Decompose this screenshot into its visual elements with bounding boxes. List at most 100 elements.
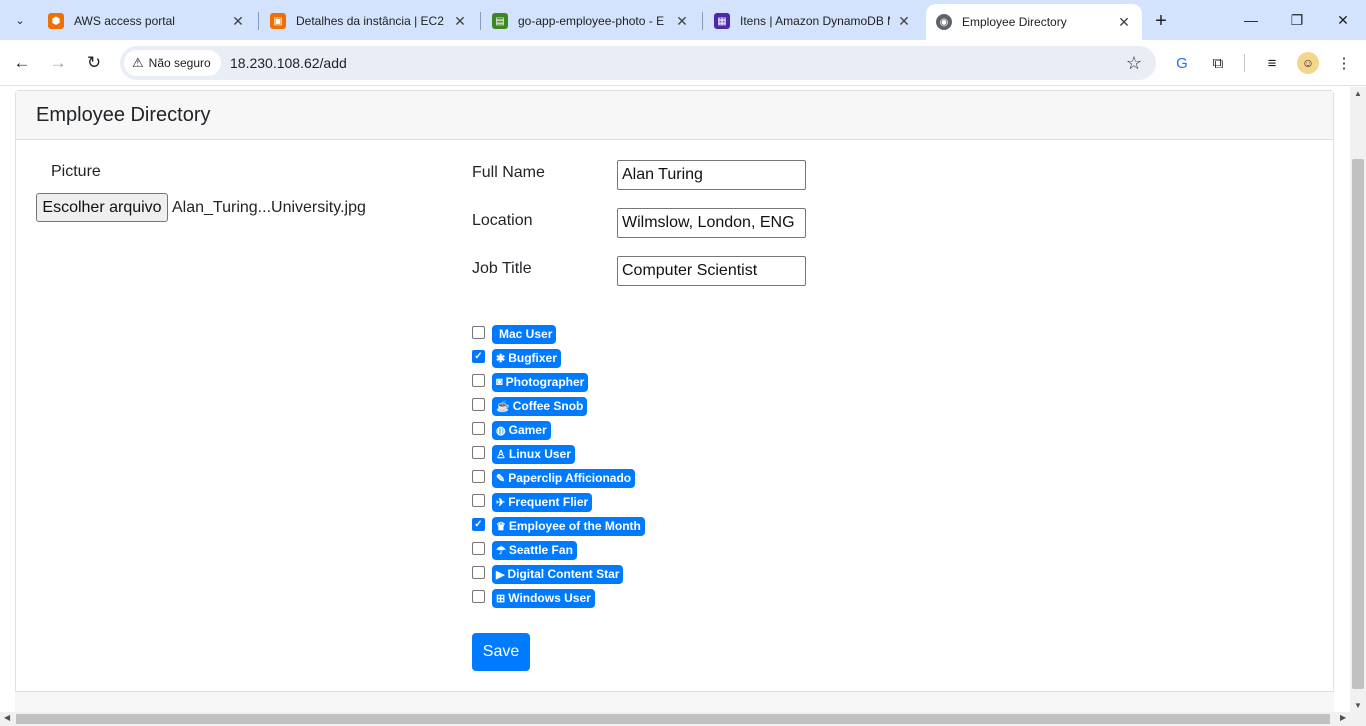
url-text[interactable]: 18.230.108.62/add [230,46,347,80]
page-title: Employee Directory [36,103,211,126]
more-menu-icon[interactable]: ⋮ [1330,49,1358,77]
close-icon[interactable]: ✕ [674,13,690,29]
badge-row: ☂ Seattle Fan [472,540,577,560]
badge-checkbox[interactable] [472,493,485,507]
back-arrow-icon[interactable]: ← [8,49,36,77]
restore-icon[interactable]: ❐ [1274,0,1320,40]
badge-checkbox[interactable] [472,445,485,459]
window-close-icon[interactable]: ✕ [1320,0,1366,40]
choose-file-button[interactable]: Escolher arquivo [36,193,168,222]
badge-checkbox[interactable] [472,589,485,603]
badge-checkbox[interactable] [472,373,485,387]
badge-label[interactable]: ◙ Photographer [492,372,589,392]
tab-aws-access-portal[interactable]: ⬢ AWS access portal ✕ [38,4,256,38]
full-name-input[interactable] [617,160,806,190]
badge-text: Frequent Flier [508,495,589,509]
badge-label[interactable]: Mac User [492,324,557,344]
badge-label[interactable]: ✈ Frequent Flier [492,492,593,512]
badge-text: Bugfixer [508,351,557,365]
reload-icon[interactable]: ↻ [80,49,108,77]
toolbar-divider [1244,54,1245,72]
scroll-right-arrow-icon[interactable]: ▶ [1340,713,1346,722]
scroll-left-arrow-icon[interactable]: ◀ [4,713,10,722]
badge-checkbox[interactable]: ✓ [472,349,485,363]
tab-divider [480,12,481,30]
coffee-icon: ☕ [496,400,510,413]
security-indicator[interactable]: ⚠ Não seguro [124,50,221,76]
badge-checkbox[interactable] [472,397,485,411]
windows-icon: ⊞ [496,592,506,605]
badge-label[interactable]: ♛ Employee of the Month [492,516,645,536]
minimize-icon[interactable]: — [1228,0,1274,40]
badge-checkbox[interactable] [472,541,485,555]
badge-text: Coffee Snob [512,399,584,413]
trophy-icon: ♛ [496,520,506,533]
page-viewport: Employee Directory Picture Escolher arqu… [0,87,1350,712]
badge-row: ☕ Coffee Snob [472,396,588,416]
badge-row: Mac User [472,324,557,344]
badge-checkbox[interactable] [472,325,485,339]
browser-toolbar: ← → ↻ ⚠ Não seguro 18.230.108.62/add ☆ G… [0,40,1366,86]
scroll-up-arrow-icon[interactable]: ▲ [1354,89,1362,98]
badge-label[interactable]: ✎ Paperclip Afficionado [492,468,636,488]
save-button[interactable]: Save [472,633,530,671]
badge-row: ⊞ Windows User [472,588,595,608]
badge-row: ▶ Digital Content Star [472,564,624,584]
job-title-label: Job Title [472,260,532,277]
close-icon[interactable]: ✕ [1116,14,1132,30]
vertical-scrollbar[interactable]: ▲ ▼ [1350,87,1366,712]
close-icon[interactable]: ✕ [230,13,246,29]
umbrella-icon: ☂ [496,544,506,557]
badge-text: Windows User [508,591,591,605]
job-title-input[interactable] [617,256,806,286]
badge-label[interactable]: ✱ Bugfixer [492,348,561,368]
google-translate-icon[interactable]: G [1168,49,1196,77]
new-tab-button[interactable]: + [1148,8,1174,34]
dynamodb-icon: ▦ [714,13,730,29]
horizontal-scroll-thumb[interactable] [16,714,1330,724]
browser-tab-strip: ⌄ ⬢ AWS access portal ✕ ▣ Detalhes da in… [0,0,1366,40]
badge-checkbox[interactable] [472,565,485,579]
location-input[interactable] [617,208,806,238]
tab-s3-bucket[interactable]: ▤ go-app-employee-photo - E ✕ [482,4,700,38]
tab-divider [258,12,259,30]
badge-text: Mac User [499,327,553,341]
badge-label[interactable]: ◍ Gamer [492,420,551,440]
badge-checkbox[interactable]: ✓ [472,517,485,531]
badge-label[interactable]: ♙ Linux User [492,444,575,464]
tab-dynamodb-items[interactable]: ▦ Itens | Amazon DynamoDB M ✕ [704,4,922,38]
address-bar[interactable]: ⚠ Não seguro 18.230.108.62/add ☆ [120,46,1156,80]
badge-label[interactable]: ☕ Coffee Snob [492,396,588,416]
badge-label[interactable]: ⊞ Windows User [492,588,595,608]
close-icon[interactable]: ✕ [452,13,468,29]
badge-row: ✈ Frequent Flier [472,492,593,512]
badge-text: Linux User [508,447,571,461]
badge-text: Seattle Fan [508,543,573,557]
forward-arrow-icon[interactable]: → [44,49,72,77]
bookmark-star-icon[interactable]: ☆ [1126,46,1142,80]
ec2-icon: ▣ [270,13,286,29]
warning-triangle-icon: ⚠ [132,55,144,70]
badge-label[interactable]: ▶ Digital Content Star [492,564,624,584]
scroll-down-arrow-icon[interactable]: ▼ [1354,701,1362,710]
badge-label[interactable]: ☂ Seattle Fan [492,540,577,560]
vertical-scroll-thumb[interactable] [1352,159,1364,689]
badge-text: Digital Content Star [507,567,620,581]
horizontal-scrollbar[interactable]: ◀ ▶ [0,712,1366,726]
extensions-puzzle-icon[interactable]: ⧉ [1204,49,1232,77]
picture-label: Picture [51,163,101,180]
gamepad-icon: ◍ [496,424,506,437]
camera-icon: ◙ [496,376,503,388]
profile-avatar[interactable]: ☺ [1297,52,1319,74]
tab-ec2-instance-details[interactable]: ▣ Detalhes da instância | EC2 | ✕ [260,4,478,38]
badge-checkbox[interactable] [472,421,485,435]
tab-divider [702,12,703,30]
close-icon[interactable]: ✕ [896,13,912,29]
tab-search-chevron-icon[interactable]: ⌄ [6,6,34,34]
tab-employee-directory[interactable]: ◉ Employee Directory ✕ [926,4,1142,40]
badge-text: Paperclip Afficionado [508,471,632,485]
badge-row: ◙ Photographer [472,372,589,392]
media-queue-icon[interactable]: ≡ [1258,49,1286,77]
bug-icon: ✱ [496,352,506,365]
badge-checkbox[interactable] [472,469,485,483]
